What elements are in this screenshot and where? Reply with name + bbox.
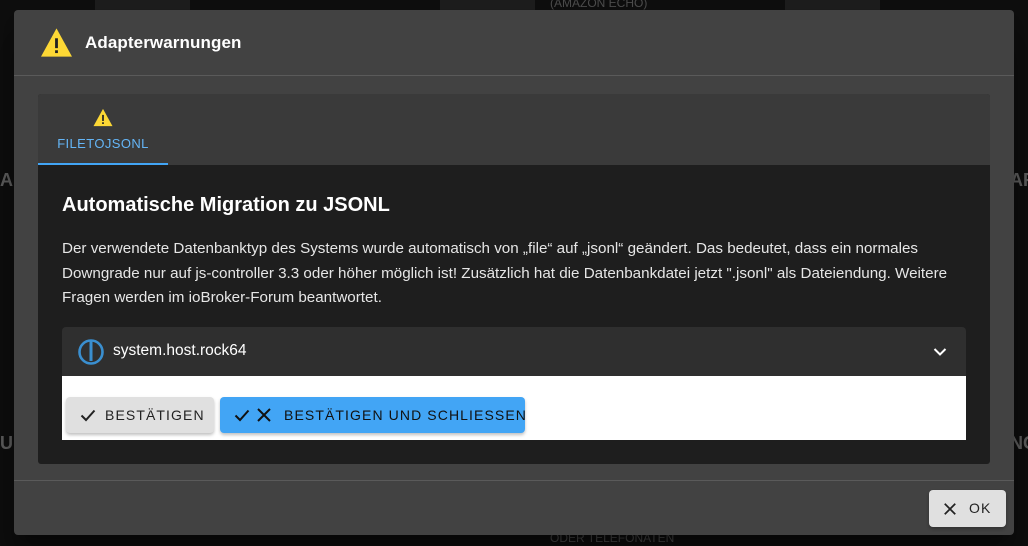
close-icon: [944, 503, 956, 515]
tab-filetojsonl[interactable]: FILETOJSONL: [38, 94, 168, 165]
ok-button-label: OK: [969, 500, 992, 516]
tab-bar: FILETOJSONL: [38, 94, 990, 165]
check-icon: [234, 409, 250, 422]
host-name: system.host.rock64: [113, 342, 247, 359]
close-icon: [257, 408, 271, 422]
dialog-footer: OK: [14, 480, 1014, 535]
dialog-title: Adapterwarnungen: [85, 33, 242, 52]
confirm-and-close-label: BESTÄTIGEN UND SCHLIESSEN: [284, 407, 527, 423]
confirm-and-close-button[interactable]: BESTÄTIGEN UND SCHLIESSEN: [220, 397, 527, 433]
host-accordion[interactable]: system.host.rock64: [62, 327, 966, 376]
adapter-warnings-dialog: Adapterwarnungen FILETOJSONL Automatisch…: [14, 10, 1014, 535]
message-heading: Automatische Migration zu JSONL: [62, 194, 390, 216]
iobroker-logo-icon: [78, 339, 104, 365]
message-actions: BESTÄTIGEN BESTÄTIGEN UND SCHLIESSEN: [62, 376, 966, 440]
chevron-down-icon[interactable]: [932, 344, 948, 360]
dialog-content: FILETOJSONL Automatische Migration zu JS…: [38, 94, 990, 464]
check-icon: [80, 409, 96, 422]
warning-icon: [93, 108, 113, 127]
dialog-header: Adapterwarnungen: [14, 10, 1014, 76]
tab-label: FILETOJSONL: [57, 136, 149, 151]
ok-button[interactable]: OK: [929, 490, 1006, 527]
confirm-button-label: BESTÄTIGEN: [105, 407, 205, 423]
warning-icon: [41, 28, 72, 57]
message-description: Der verwendete Datenbanktyp des Systems …: [62, 240, 948, 306]
confirm-button[interactable]: BESTÄTIGEN: [66, 397, 214, 433]
